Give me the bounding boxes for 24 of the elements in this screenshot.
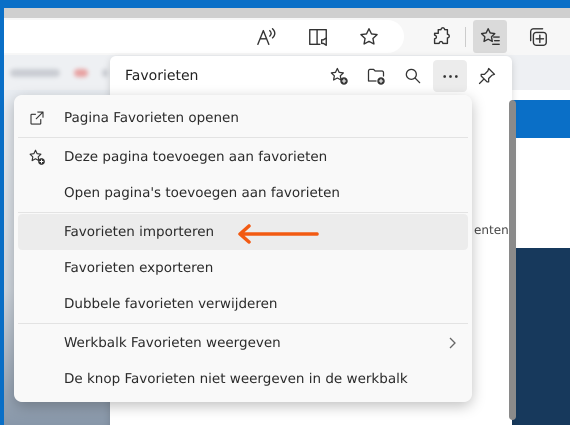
- scrollbar[interactable]: [509, 100, 516, 420]
- favorites-button[interactable]: [473, 20, 507, 53]
- search-icon: [403, 66, 423, 86]
- favorites-icon: [479, 26, 501, 48]
- chevron-right-icon: [448, 337, 456, 349]
- star-icon: [358, 26, 380, 48]
- star-plus-icon: [329, 66, 349, 86]
- collections-icon: [527, 26, 549, 48]
- menu-item[interactable]: Pagina Favorieten openen: [18, 100, 468, 136]
- read-aloud-icon: [256, 26, 278, 48]
- folder-plus-icon: [366, 66, 386, 86]
- external-link-icon: [28, 109, 46, 127]
- background-text: enten: [474, 223, 509, 237]
- menu-item[interactable]: De knop Favorieten niet weergeven in de werkbalk: [18, 361, 468, 397]
- pin-icon: [477, 66, 497, 86]
- more-icon: [442, 74, 458, 78]
- menu-item[interactable]: Favorieten importeren: [18, 214, 468, 250]
- menu-item[interactable]: Favorieten exporteren: [18, 250, 468, 286]
- menu-item[interactable]: Werkbalk Favorieten weergeven: [18, 325, 468, 361]
- menu-item[interactable]: Open pagina's toevoegen aan favorieten: [18, 175, 468, 211]
- menu-item[interactable]: Dubbele favorieten verwijderen: [18, 286, 468, 322]
- panel-title: Favorieten: [125, 68, 200, 84]
- star-plus-icon: [28, 148, 46, 166]
- menu-item[interactable]: Deze pagina toevoegen aan favorieten: [18, 139, 468, 175]
